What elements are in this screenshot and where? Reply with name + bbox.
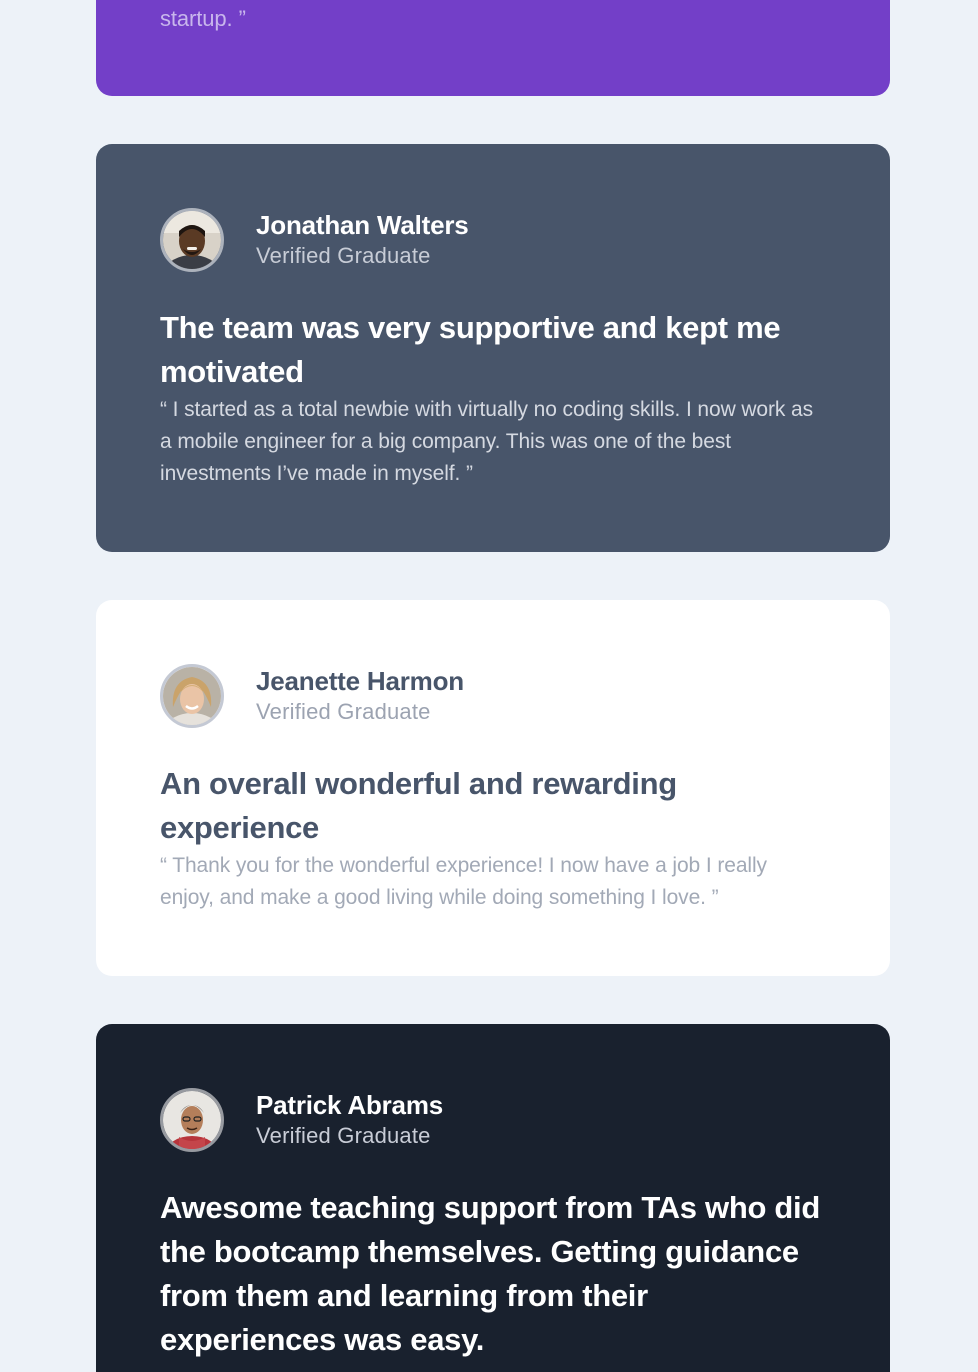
testimonial-quote: “ I started as a total newbie with virtu…: [160, 398, 814, 485]
avatar-patrick: [160, 1088, 224, 1152]
testimonial-card-purple: startup. ”: [96, 0, 890, 96]
avatar-jonathan: [160, 208, 224, 272]
author-name: Jonathan Walters: [256, 210, 469, 240]
testimonial-card-jeanette: Jeanette Harmon Verified Graduate An ove…: [96, 600, 890, 976]
testimonial-author: Jeanette Harmon Verified Graduate: [160, 664, 826, 728]
author-name: Jeanette Harmon: [256, 666, 464, 696]
testimonial-headline: Awesome teaching support from TAs who di…: [160, 1190, 820, 1357]
author-role: Verified Graduate: [256, 1123, 431, 1148]
testimonial-author: Patrick Abrams Verified Graduate: [160, 1088, 826, 1152]
testimonial-card-patrick: Patrick Abrams Verified Graduate Awesome…: [96, 1024, 890, 1372]
testimonial-headline: The team was very supportive and kept me…: [160, 310, 781, 389]
testimonial-headline: An overall wonderful and rewarding exper…: [160, 766, 677, 845]
testimonials-page: startup. ” Jonathan Walters Verified Gra…: [0, 0, 978, 1372]
testimonial-quote: “ Thank you for the wonderful experience…: [160, 854, 767, 909]
author-role: Verified Graduate: [256, 243, 431, 268]
avatar-jeanette: [160, 664, 224, 728]
testimonial-author: Jonathan Walters Verified Graduate: [160, 208, 826, 272]
author-name: Patrick Abrams: [256, 1090, 443, 1120]
testimonial-quote: startup. ”: [160, 6, 246, 31]
author-role: Verified Graduate: [256, 699, 431, 724]
testimonial-card-jonathan: Jonathan Walters Verified Graduate The t…: [96, 144, 890, 552]
